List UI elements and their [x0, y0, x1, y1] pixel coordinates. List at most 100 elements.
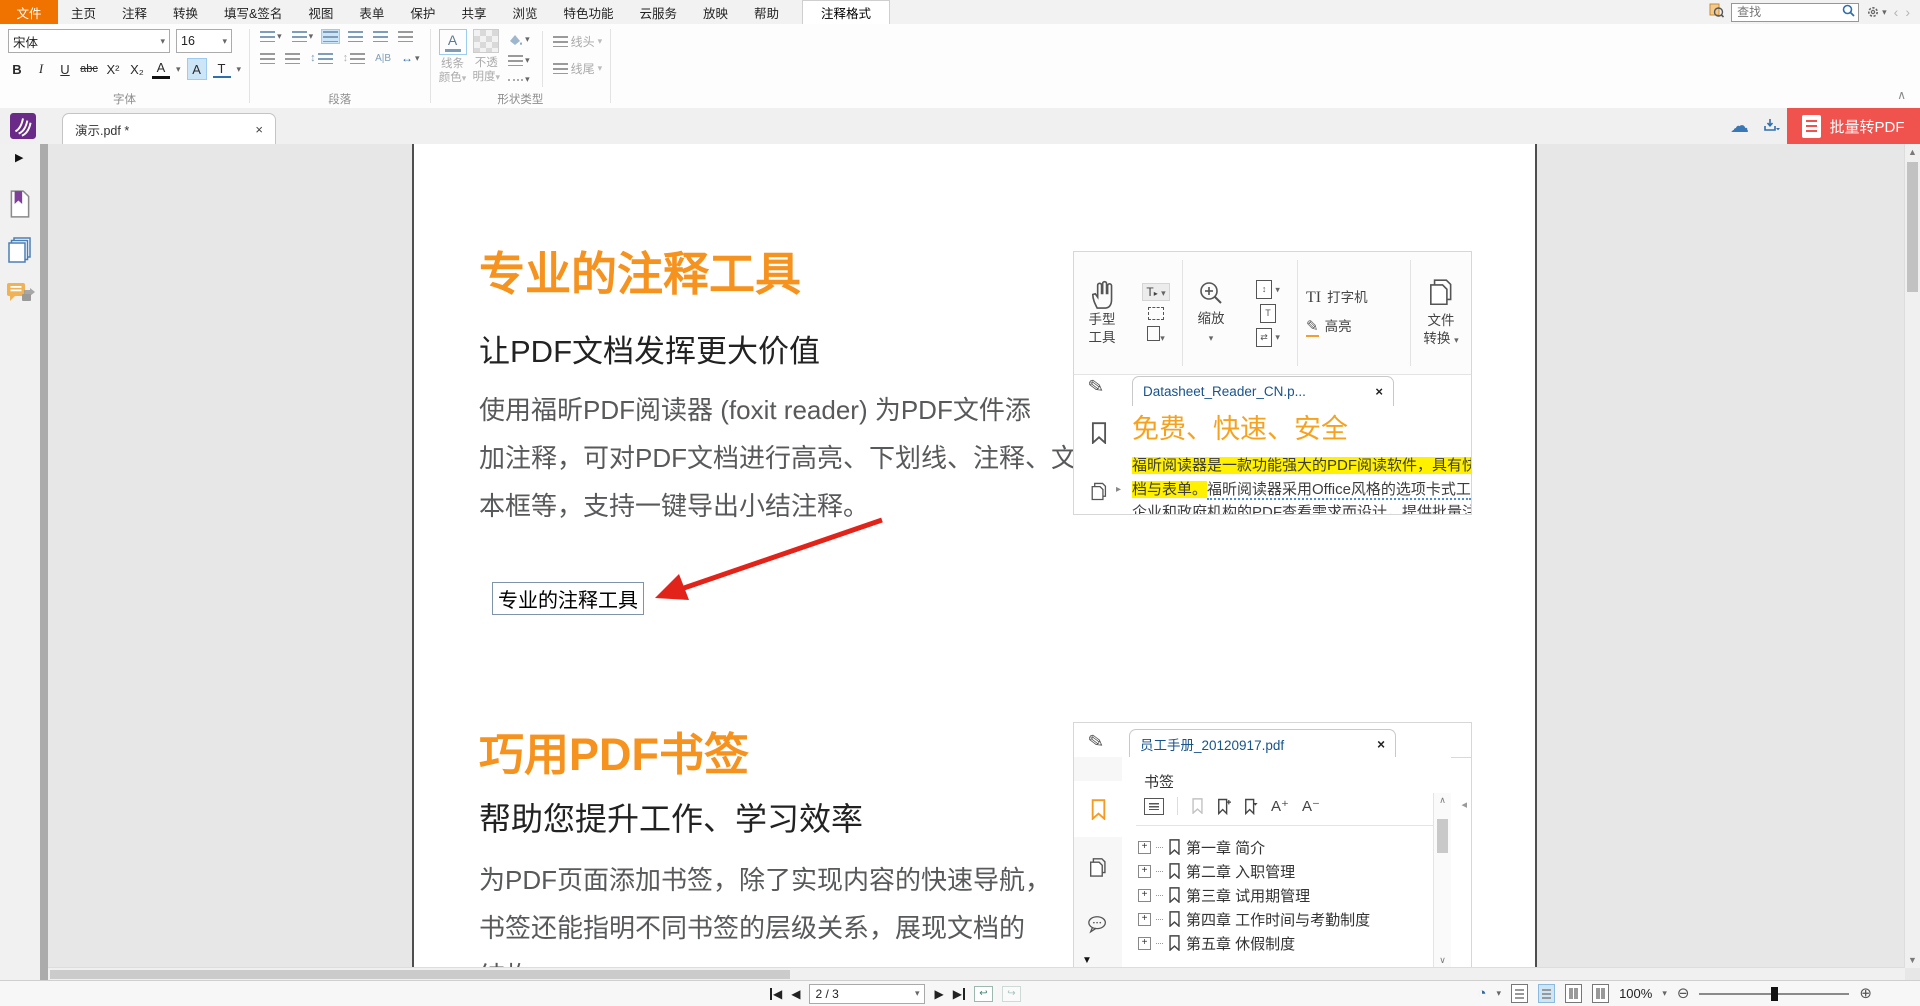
next-page-button[interactable]: ▶ [934, 988, 943, 1000]
first-page-button[interactable]: ◀ [770, 988, 782, 1000]
zoom-out-button[interactable]: ⊖ [1677, 986, 1690, 1001]
menu-fill-sign[interactable]: 填写&签名 [211, 0, 295, 24]
save-to-cloud-icon[interactable] [1763, 117, 1780, 136]
menu-comment[interactable]: 注释 [109, 0, 160, 24]
bookmark-flag-icon [1168, 911, 1181, 927]
line-tail-button[interactable]: 线尾▾ [553, 60, 603, 77]
shot1-convert-tool: 文件转换 ▾ [1411, 252, 1471, 374]
decrease-indent-button[interactable] [258, 51, 277, 66]
find-previous-icon[interactable]: ‹ [1894, 5, 1899, 19]
increase-indent-button[interactable] [283, 51, 302, 66]
menu-protect[interactable]: 保护 [397, 0, 448, 24]
find-settings-button[interactable]: ▾ [1866, 5, 1887, 19]
tab-document[interactable]: 演示.pdf * × [62, 113, 276, 145]
page-navigation: ◀ ◀ 2 / 3 ▾ ▶ ▶ ↩ ↪ [770, 981, 1021, 1006]
line-spacing-up-button[interactable]: ↕ [308, 50, 335, 66]
shot1-document-tab: Datasheet_Reader_CN.p... × [1132, 376, 1394, 406]
batch-convert-pdf-button[interactable]: 批量转PDF [1787, 108, 1920, 144]
find-input[interactable] [1735, 4, 1842, 20]
facing-view-button[interactable] [1565, 984, 1582, 1003]
screenshot-annotation-toolbar: 手型工具 T▸ ▾ ▾ 缩放▾ ↕ ▾ T ⇄ ▾ [1073, 251, 1472, 515]
line-color-button[interactable]: A 线条颜色▾ [439, 29, 467, 86]
zoom-select-caret-icon[interactable]: ▾ [1662, 989, 1667, 998]
sidebar-bookmarks-icon[interactable] [8, 190, 32, 221]
search-document-icon[interactable] [1709, 3, 1724, 21]
line-style-button[interactable]: ▾ [506, 53, 532, 68]
find-next-icon[interactable]: › [1905, 5, 1910, 19]
page-number-select[interactable]: 2 / 3 ▾ [809, 984, 925, 1004]
zoom-in-button[interactable]: ⊕ [1859, 986, 1872, 1001]
zoom-slider-knob[interactable] [1771, 987, 1778, 1001]
line-spacing-down-button[interactable]: ↕ [341, 50, 368, 66]
tree-expand-icon: + [1138, 937, 1151, 950]
font-color-button[interactable]: A [152, 60, 170, 79]
last-page-button[interactable]: ▶ [953, 988, 965, 1000]
horizontal-scrollbar[interactable] [48, 967, 1905, 981]
menu-view[interactable]: 视图 [295, 0, 346, 24]
continuous-facing-view-button[interactable] [1592, 984, 1609, 1003]
reading-mode-icon[interactable]: ◔ [1477, 986, 1486, 1001]
scroll-down-icon: ∨ [1434, 955, 1451, 966]
sidebar-splitter[interactable] [40, 144, 48, 981]
previous-page-button[interactable]: ◀ [791, 988, 800, 1000]
char-spacing-button[interactable]: A|B [373, 51, 393, 66]
textbox-annotation[interactable]: 专业的注释工具 [492, 582, 644, 615]
italic-button[interactable]: I [32, 59, 50, 79]
underline-button[interactable]: U [56, 59, 74, 79]
zoom-slider[interactable] [1699, 987, 1849, 1001]
menu-home[interactable]: 主页 [58, 0, 109, 24]
next-view-button[interactable]: ↪ [1002, 986, 1021, 1002]
cloud-icon[interactable]: ☁ [1730, 117, 1749, 136]
fit-text-button[interactable]: A [187, 58, 207, 80]
superscript-button[interactable]: X² [104, 59, 122, 79]
align-right-button[interactable] [371, 29, 390, 44]
find-magnifier-icon[interactable] [1842, 4, 1855, 20]
shot1-comment-tools: TI打字机 ✎高亮 [1298, 252, 1410, 374]
foxit-logo-icon[interactable] [10, 113, 36, 139]
font-size-select[interactable]: 16 ▾ [176, 29, 232, 53]
menu-form[interactable]: 表单 [346, 0, 397, 24]
numbered-list-button[interactable]: ▾ [290, 29, 316, 44]
font-color-caret-icon: ▾ [176, 65, 181, 74]
text-spacing-button[interactable]: ↔▾ [399, 49, 422, 67]
menu-cloud[interactable]: 云服务 [626, 0, 690, 24]
vertical-scroll-thumb[interactable] [1907, 162, 1918, 292]
menu-convert[interactable]: 转换 [160, 0, 211, 24]
subscript-button[interactable]: X₂ [128, 59, 146, 79]
shot1-left-rail: ▸ [1074, 412, 1124, 514]
opacity-button[interactable]: 不透明度▾ [473, 29, 501, 85]
vertical-scrollbar[interactable]: ▲ ▼ [1904, 144, 1920, 968]
dash-style-button[interactable]: ▾ [506, 73, 532, 86]
fill-color-button[interactable]: ▾ [506, 31, 532, 48]
previous-view-button[interactable]: ↩ [974, 986, 993, 1002]
shot2-tab-close-icon: × [1377, 737, 1385, 752]
sidebar-pages-icon[interactable] [8, 236, 34, 267]
line-head-button[interactable]: 线头▾ [553, 33, 603, 50]
font-family-select[interactable]: 宋体 ▾ [8, 29, 170, 53]
menu-features[interactable]: 特色功能 [550, 0, 626, 24]
bullet-list-button[interactable]: ▾ [258, 29, 284, 44]
align-left-button[interactable] [321, 29, 340, 44]
menu-slideshow[interactable]: 放映 [690, 0, 741, 24]
menu-tab-comment-format[interactable]: 注释格式 [802, 0, 890, 24]
sidebar-comments-icon[interactable] [6, 282, 36, 311]
page-resize-icon: ↕ [1256, 280, 1272, 299]
bookmark-panel: 书签 A⁺ A⁻ +第一章 简介 +第二章 入职管理 +第 [1122, 757, 1451, 968]
align-center-button[interactable] [346, 29, 365, 44]
continuous-view-button[interactable] [1538, 984, 1555, 1003]
text-mark-button[interactable]: T [213, 60, 231, 78]
sidebar-expand-icon[interactable]: ▶ [15, 151, 23, 164]
collapse-ribbon-icon[interactable]: ∧ [1897, 88, 1906, 102]
menu-browse[interactable]: 浏览 [499, 0, 550, 24]
rail-expand-icon: ▸ [1116, 484, 1121, 495]
menu-help[interactable]: 帮助 [741, 0, 792, 24]
horizontal-scroll-thumb[interactable] [50, 970, 790, 979]
arrow-annotation[interactable] [639, 510, 894, 610]
bold-button[interactable]: B [8, 59, 26, 79]
tab-close-icon[interactable]: × [255, 122, 263, 137]
single-page-view-button[interactable] [1511, 984, 1528, 1003]
align-justify-button[interactable] [396, 29, 415, 44]
menu-file[interactable]: 文件 [0, 0, 58, 24]
menu-share[interactable]: 共享 [448, 0, 499, 24]
strikethrough-button[interactable]: abc [80, 59, 98, 79]
